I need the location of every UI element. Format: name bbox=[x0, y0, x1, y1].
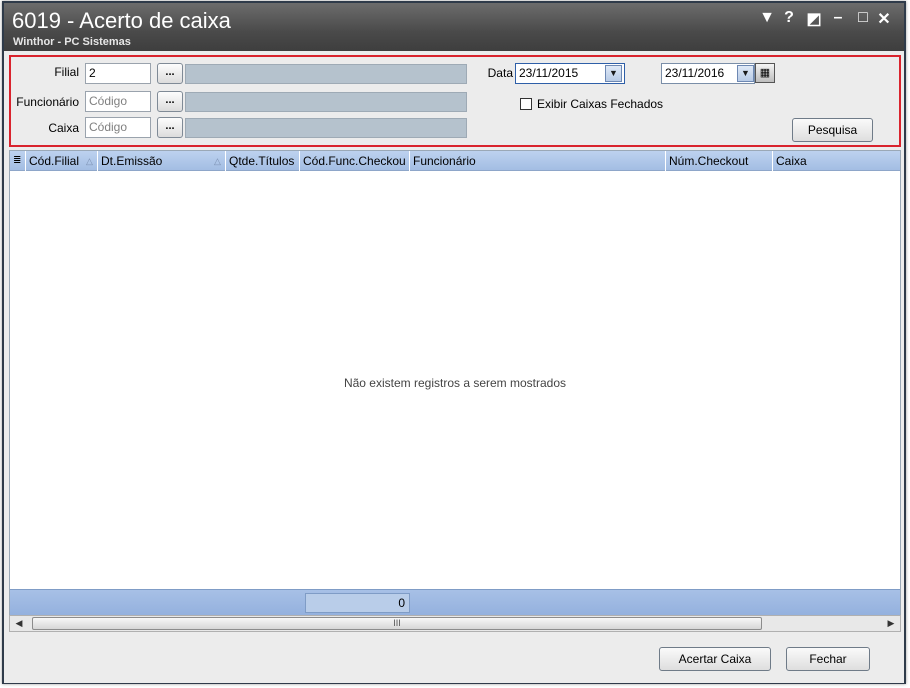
funcionario-label: Funcionário bbox=[16, 95, 79, 109]
caixa-description bbox=[185, 118, 467, 138]
caixa-lookup-button[interactable]: ... bbox=[157, 117, 183, 138]
data-inicio-dropdown-icon[interactable]: ▼ bbox=[605, 65, 622, 82]
sort-indicator-icon: △ bbox=[214, 156, 221, 166]
results-grid[interactable]: ≣ Cód.Filial △ Dt.Emissão △ Qtde.Títulos… bbox=[9, 150, 901, 615]
title-bar[interactable]: 6019 - Acerto de caixa Winthor - PC Sist… bbox=[4, 3, 904, 51]
exibir-caixas-fechados-label: Exibir Caixas Fechados bbox=[537, 97, 664, 111]
grid-footer-summary: 0 bbox=[10, 589, 900, 615]
scroll-left-icon[interactable]: ◀ bbox=[11, 616, 27, 631]
menu-dropdown-icon[interactable]: ▼ bbox=[758, 9, 776, 27]
data-label: Data bbox=[487, 66, 513, 80]
caixa-input[interactable]: Código bbox=[85, 117, 151, 138]
scroll-right-icon[interactable]: ▶ bbox=[883, 616, 899, 631]
filial-description bbox=[185, 64, 467, 84]
help-icon[interactable]: ? bbox=[780, 9, 798, 27]
empty-grid-message: Não existem registros a serem mostrados bbox=[343, 376, 567, 390]
grid-header: ≣ Cód.Filial △ Dt.Emissão △ Qtde.Títulos… bbox=[10, 151, 900, 171]
funcionario-input[interactable]: Código bbox=[85, 91, 151, 112]
filial-lookup-button[interactable]: ... bbox=[157, 63, 183, 84]
qtde-titulos-total: 0 bbox=[305, 593, 410, 613]
column-num-checkout[interactable]: Núm.Checkout bbox=[666, 151, 773, 171]
caixa-label: Caixa bbox=[48, 121, 79, 135]
column-chooser-icon[interactable]: ≣ bbox=[10, 151, 26, 171]
maximize-icon[interactable]: □ bbox=[854, 9, 872, 27]
minimize-icon[interactable]: – bbox=[829, 9, 847, 27]
action-bar: Acertar Caixa Fechar bbox=[4, 635, 904, 683]
sort-indicator-icon: △ bbox=[86, 156, 93, 166]
acertar-caixa-button[interactable]: Acertar Caixa bbox=[659, 647, 771, 671]
app-window: 6019 - Acerto de caixa Winthor - PC Sist… bbox=[2, 1, 906, 684]
data-fim-dropdown-icon[interactable]: ▼ bbox=[737, 65, 754, 82]
column-caixa[interactable]: Caixa bbox=[773, 151, 900, 171]
exibir-caixas-fechados-checkbox[interactable] bbox=[520, 98, 532, 110]
window-subtitle: Winthor - PC Sistemas bbox=[13, 36, 131, 48]
filial-input[interactable]: 2 bbox=[85, 63, 151, 84]
horizontal-scrollbar[interactable]: ◀ III ▶ bbox=[9, 615, 901, 632]
column-funcionario[interactable]: Funcionário bbox=[410, 151, 666, 171]
pesquisa-button[interactable]: Pesquisa bbox=[792, 118, 873, 142]
scroll-thumb[interactable]: III bbox=[32, 617, 762, 630]
filter-panel: Filial 2 ... Funcionário Código ... Caix… bbox=[9, 55, 901, 147]
funcionario-lookup-button[interactable]: ... bbox=[157, 91, 183, 112]
restore-icon[interactable]: ◩ bbox=[805, 9, 823, 29]
filial-label: Filial bbox=[54, 65, 79, 79]
calendar-icon[interactable]: ▦ bbox=[755, 63, 775, 83]
column-qtde-titulos[interactable]: Qtde.Títulos bbox=[226, 151, 300, 171]
column-cod-func-checkout[interactable]: Cód.Func.Checkou bbox=[300, 151, 410, 171]
funcionario-description bbox=[185, 92, 467, 112]
fechar-button[interactable]: Fechar bbox=[786, 647, 870, 671]
close-icon[interactable]: ✕ bbox=[875, 9, 893, 29]
column-dt-emissao[interactable]: Dt.Emissão bbox=[98, 151, 226, 171]
window-title: 6019 - Acerto de caixa bbox=[12, 8, 231, 33]
